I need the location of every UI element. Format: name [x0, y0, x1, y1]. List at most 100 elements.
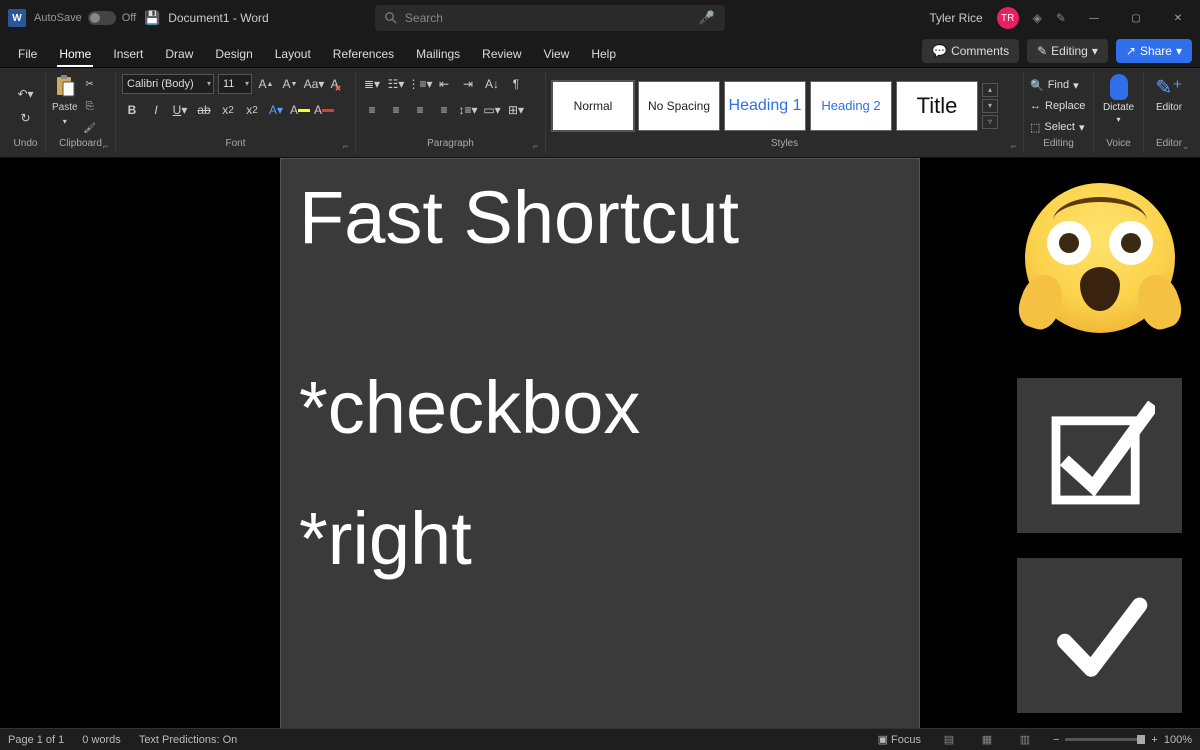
undo-button[interactable]: ↶▾ [16, 84, 36, 104]
italic-button[interactable]: I [146, 100, 166, 120]
tab-layout[interactable]: Layout [265, 41, 321, 67]
format-painter-button[interactable]: 🖌 [82, 120, 98, 136]
style-no-spacing[interactable]: No Spacing [638, 81, 720, 131]
checkbox-icon [1045, 401, 1155, 511]
editor-button[interactable]: ✎⁺ Editor [1150, 74, 1188, 113]
underline-button[interactable]: U▾ [170, 100, 190, 120]
editing-mode-button[interactable]: ✎ Editing ▾ [1027, 39, 1108, 63]
minimize-button[interactable]: — [1080, 0, 1108, 36]
styles-dialog-launcher[interactable]: ⌐ [1011, 141, 1021, 151]
line-spacing-button[interactable]: ↕≡▾ [458, 100, 478, 120]
user-name[interactable]: Tyler Rice [929, 11, 982, 25]
font-group-label: Font [122, 137, 349, 151]
change-case-button[interactable]: Aa▾ [304, 74, 324, 94]
collapse-ribbon[interactable]: ⌄ [1182, 141, 1192, 151]
font-color-button[interactable]: A [314, 100, 334, 120]
clear-format-button[interactable]: A✖ [328, 74, 348, 94]
styles-expand[interactable]: ▿ [982, 115, 998, 129]
align-center-button[interactable]: ≡ [386, 100, 406, 120]
share-button[interactable]: ↗ Share ▾ [1116, 39, 1192, 63]
dictate-button[interactable]: Dictate ▾ [1100, 74, 1137, 124]
borders-button[interactable]: ⊞▾ [506, 100, 526, 120]
redo-button[interactable]: ↻ [16, 108, 36, 128]
paragraph-group-label: Paragraph [362, 137, 539, 151]
align-right-button[interactable]: ≡ [410, 100, 430, 120]
paragraph-dialog-launcher[interactable]: ⌐ [533, 141, 543, 151]
font-dialog-launcher[interactable]: ⌐ [343, 141, 353, 151]
select-button[interactable]: ⬚ Select ▾ [1030, 118, 1085, 136]
search-input[interactable]: Search 🎤 [375, 5, 725, 31]
tab-draw[interactable]: Draw [155, 41, 203, 67]
avatar[interactable]: TR [997, 7, 1019, 29]
close-button[interactable]: ✕ [1164, 0, 1192, 36]
font-size-select[interactable]: 11▾ [218, 74, 252, 94]
decrease-indent-button[interactable]: ⇤ [434, 74, 454, 94]
print-layout-button[interactable]: ▦ [977, 732, 997, 748]
strike-button[interactable]: ab [194, 100, 214, 120]
mic-icon[interactable]: 🎤 [699, 10, 715, 26]
grow-font-button[interactable]: A▲ [256, 74, 276, 94]
justify-button[interactable]: ≡ [434, 100, 454, 120]
status-page[interactable]: Page 1 of 1 [8, 734, 64, 746]
save-icon[interactable]: 💾 [144, 10, 160, 26]
web-layout-button[interactable]: ▥ [1015, 732, 1035, 748]
zoom-slider[interactable] [1065, 738, 1145, 741]
read-mode-button[interactable]: ▤ [939, 732, 959, 748]
bold-button[interactable]: B [122, 100, 142, 120]
find-button[interactable]: 🔍 Find ▾ [1030, 76, 1079, 94]
style-heading2[interactable]: Heading 2 [810, 81, 892, 131]
tab-design[interactable]: Design [205, 41, 262, 67]
tab-review[interactable]: Review [472, 41, 531, 67]
styles-scroll-down[interactable]: ▾ [982, 99, 998, 113]
diamond-icon[interactable]: ◈ [1033, 11, 1042, 25]
focus-mode-button[interactable]: ▣ Focus [878, 733, 921, 746]
style-title[interactable]: Title [896, 81, 978, 131]
scream-emoji-icon [1025, 183, 1175, 333]
style-heading1[interactable]: Heading 1 [724, 81, 806, 131]
status-words[interactable]: 0 words [82, 734, 121, 746]
replace-button[interactable]: ↔ Replace [1030, 97, 1085, 115]
editor-icon: ✎⁺ [1156, 74, 1182, 100]
superscript-button[interactable]: x2 [242, 100, 262, 120]
tab-view[interactable]: View [534, 41, 580, 67]
zoom-in-icon[interactable]: + [1151, 734, 1157, 746]
shrink-font-button[interactable]: A▼ [280, 74, 300, 94]
tab-file[interactable]: File [8, 41, 47, 67]
zoom-out-icon[interactable]: − [1053, 734, 1059, 746]
highlight-button[interactable]: A [290, 100, 310, 120]
numbering-button[interactable]: ☷▾ [386, 74, 406, 94]
style-normal[interactable]: Normal [552, 81, 634, 131]
paste-button[interactable]: Paste ▾ [52, 74, 78, 126]
tab-home[interactable]: Home [49, 41, 101, 67]
toggle-icon [88, 11, 116, 25]
ribbon-tabs: File Home Insert Draw Design Layout Refe… [0, 36, 1200, 68]
copy-button[interactable]: ⎘ [82, 98, 98, 114]
zoom-control[interactable]: − + 100% [1053, 734, 1192, 746]
status-predictions[interactable]: Text Predictions: On [139, 734, 237, 746]
sort-button[interactable]: A↓ [482, 74, 502, 94]
comments-button[interactable]: 💬 Comments [922, 39, 1019, 63]
multilevel-button[interactable]: ⋮≡▾ [410, 74, 430, 94]
group-editor: ✎⁺ Editor Editor ⌄ [1144, 72, 1194, 153]
maximize-button[interactable]: ▢ [1122, 0, 1150, 36]
show-marks-button[interactable]: ¶ [506, 74, 526, 94]
tab-insert[interactable]: Insert [103, 41, 153, 67]
cut-button[interactable]: ✂ [82, 76, 98, 92]
shading-button[interactable]: ▭▾ [482, 100, 502, 120]
increase-indent-button[interactable]: ⇥ [458, 74, 478, 94]
pen-icon[interactable]: ✎ [1056, 11, 1066, 25]
tab-references[interactable]: References [323, 41, 404, 67]
zoom-value[interactable]: 100% [1164, 734, 1192, 746]
text-effects-button[interactable]: A▾ [266, 100, 286, 120]
bullets-button[interactable]: ≣▾ [362, 74, 382, 94]
font-name-select[interactable]: Calibri (Body)▾ [122, 74, 214, 94]
styles-scroll-up[interactable]: ▴ [982, 83, 998, 97]
tab-mailings[interactable]: Mailings [406, 41, 470, 67]
subscript-button[interactable]: x2 [218, 100, 238, 120]
autosave-toggle[interactable]: AutoSave Off [34, 11, 136, 25]
group-undo: ↶▾ ↻ Undo [6, 72, 46, 153]
document-page[interactable]: Fast Shortcut *checkbox *right [280, 158, 920, 728]
tab-help[interactable]: Help [581, 41, 626, 67]
align-left-button[interactable]: ≡ [362, 100, 382, 120]
clipboard-dialog-launcher[interactable]: ⌐ [103, 141, 113, 151]
